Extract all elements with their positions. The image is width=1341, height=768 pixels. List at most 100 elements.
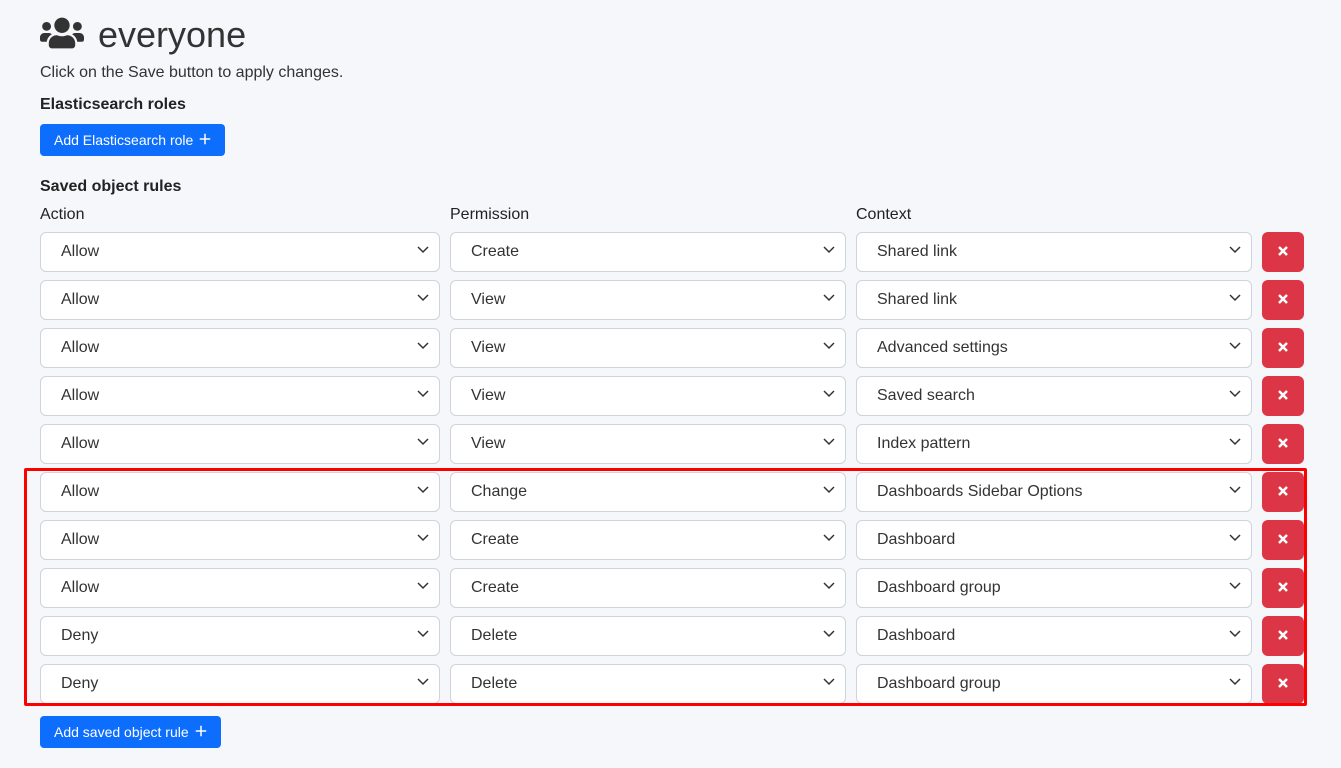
delete-rule-button[interactable]	[1262, 520, 1304, 560]
permission-value: View	[471, 291, 505, 309]
chevron-down-icon	[417, 387, 429, 405]
page-subtitle: Click on the Save button to apply change…	[40, 64, 1301, 82]
action-select[interactable]: Allow	[40, 328, 440, 368]
delete-rule-button[interactable]	[1262, 664, 1304, 704]
chevron-down-icon	[823, 483, 835, 501]
permission-value: View	[471, 339, 505, 357]
delete-rule-button[interactable]	[1262, 616, 1304, 656]
context-value: Dashboard group	[877, 579, 1001, 597]
delete-rule-button[interactable]	[1262, 568, 1304, 608]
action-value: Allow	[61, 435, 99, 453]
permission-select[interactable]: Change	[450, 472, 846, 512]
close-icon	[1277, 341, 1289, 356]
chevron-down-icon	[417, 339, 429, 357]
permission-value: Create	[471, 531, 519, 549]
context-value: Shared link	[877, 291, 957, 309]
plus-icon	[195, 724, 207, 740]
rule-row: Allow Create Dashboard group	[40, 568, 1301, 608]
permission-value: Change	[471, 483, 527, 501]
chevron-down-icon	[823, 291, 835, 309]
delete-rule-button[interactable]	[1262, 376, 1304, 416]
permission-select[interactable]: View	[450, 424, 846, 464]
action-value: Allow	[61, 531, 99, 549]
action-select[interactable]: Allow	[40, 232, 440, 272]
chevron-down-icon	[417, 435, 429, 453]
action-value: Allow	[61, 243, 99, 261]
permission-select[interactable]: Delete	[450, 616, 846, 656]
action-select[interactable]: Allow	[40, 520, 440, 560]
rule-row: Allow Change Dashboards Sidebar Options	[40, 472, 1301, 512]
context-select[interactable]: Dashboard	[856, 520, 1252, 560]
context-value: Shared link	[877, 243, 957, 261]
context-select[interactable]: Dashboard	[856, 616, 1252, 656]
action-select[interactable]: Allow	[40, 568, 440, 608]
add-rule-button[interactable]: Add saved object rule	[40, 716, 221, 748]
action-select[interactable]: Allow	[40, 376, 440, 416]
rule-row: Allow Create Shared link	[40, 232, 1301, 272]
permission-value: Delete	[471, 627, 517, 645]
rule-row: Allow View Shared link	[40, 280, 1301, 320]
close-icon	[1277, 389, 1289, 404]
chevron-down-icon	[1229, 387, 1241, 405]
permission-select[interactable]: View	[450, 328, 846, 368]
action-value: Deny	[61, 675, 98, 693]
context-select[interactable]: Shared link	[856, 232, 1252, 272]
close-icon	[1277, 437, 1289, 452]
context-select[interactable]: Advanced settings	[856, 328, 1252, 368]
chevron-down-icon	[823, 339, 835, 357]
permission-select[interactable]: Create	[450, 232, 846, 272]
permission-select[interactable]: Create	[450, 520, 846, 560]
action-value: Allow	[61, 339, 99, 357]
add-es-role-label: Add Elasticsearch role	[54, 132, 193, 148]
context-select[interactable]: Shared link	[856, 280, 1252, 320]
context-value: Dashboards Sidebar Options	[877, 483, 1082, 501]
chevron-down-icon	[823, 243, 835, 261]
delete-rule-button[interactable]	[1262, 328, 1304, 368]
permission-select[interactable]: Delete	[450, 664, 846, 704]
context-select[interactable]: Saved search	[856, 376, 1252, 416]
rule-row: Deny Delete Dashboard group	[40, 664, 1301, 704]
context-value: Advanced settings	[877, 339, 1008, 357]
permission-select[interactable]: View	[450, 280, 846, 320]
rule-row: Deny Delete Dashboard	[40, 616, 1301, 656]
rule-row: Allow Create Dashboard	[40, 520, 1301, 560]
action-value: Allow	[61, 387, 99, 405]
context-value: Saved search	[877, 387, 975, 405]
close-icon	[1277, 629, 1289, 644]
delete-rule-button[interactable]	[1262, 472, 1304, 512]
add-rule-label: Add saved object rule	[54, 724, 189, 740]
chevron-down-icon	[417, 483, 429, 501]
chevron-down-icon	[1229, 339, 1241, 357]
delete-rule-button[interactable]	[1262, 280, 1304, 320]
saved-rules-heading: Saved object rules	[40, 178, 1301, 196]
chevron-down-icon	[417, 627, 429, 645]
chevron-down-icon	[1229, 627, 1241, 645]
chevron-down-icon	[1229, 531, 1241, 549]
context-value: Dashboard	[877, 531, 955, 549]
permission-select[interactable]: View	[450, 376, 846, 416]
context-select[interactable]: Dashboard group	[856, 568, 1252, 608]
action-select[interactable]: Allow	[40, 472, 440, 512]
context-select[interactable]: Dashboard group	[856, 664, 1252, 704]
context-select[interactable]: Dashboards Sidebar Options	[856, 472, 1252, 512]
delete-rule-button[interactable]	[1262, 232, 1304, 272]
action-value: Allow	[61, 579, 99, 597]
chevron-down-icon	[417, 243, 429, 261]
permission-value: Create	[471, 579, 519, 597]
action-select[interactable]: Allow	[40, 424, 440, 464]
context-select[interactable]: Index pattern	[856, 424, 1252, 464]
action-select[interactable]: Deny	[40, 664, 440, 704]
close-icon	[1277, 485, 1289, 500]
add-es-role-button[interactable]: Add Elasticsearch role	[40, 124, 225, 156]
users-icon	[40, 15, 84, 56]
context-value: Dashboard group	[877, 675, 1001, 693]
rule-row: Allow ViewIndex pattern	[40, 424, 1301, 464]
action-select[interactable]: Deny	[40, 616, 440, 656]
page-title: everyone	[98, 14, 246, 56]
action-select[interactable]: Allow	[40, 280, 440, 320]
chevron-down-icon	[823, 627, 835, 645]
chevron-down-icon	[1229, 675, 1241, 693]
delete-rule-button[interactable]	[1262, 424, 1304, 464]
permission-select[interactable]: Create	[450, 568, 846, 608]
close-icon	[1277, 533, 1289, 548]
